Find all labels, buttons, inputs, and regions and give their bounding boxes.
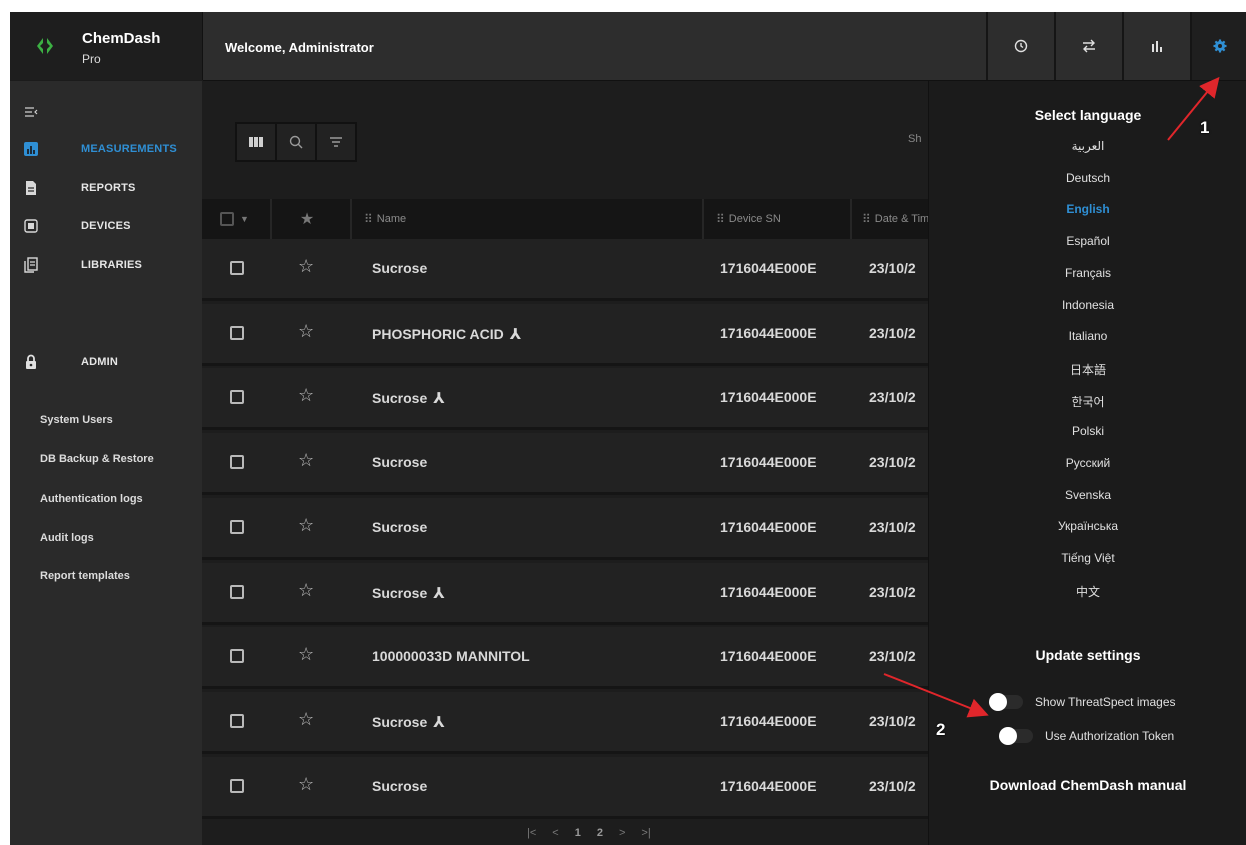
annotation-marker-1: 1 bbox=[1200, 118, 1210, 137]
annotation-overlay bbox=[883, 76, 1220, 718]
app-window: ChemDash Pro Welcome, Administrator MEAS… bbox=[10, 12, 1246, 845]
annotation-arrow-1 bbox=[1167, 76, 1220, 141]
annotation-marker-2: 2 bbox=[936, 720, 946, 739]
annotation-arrow-2 bbox=[883, 673, 989, 718]
